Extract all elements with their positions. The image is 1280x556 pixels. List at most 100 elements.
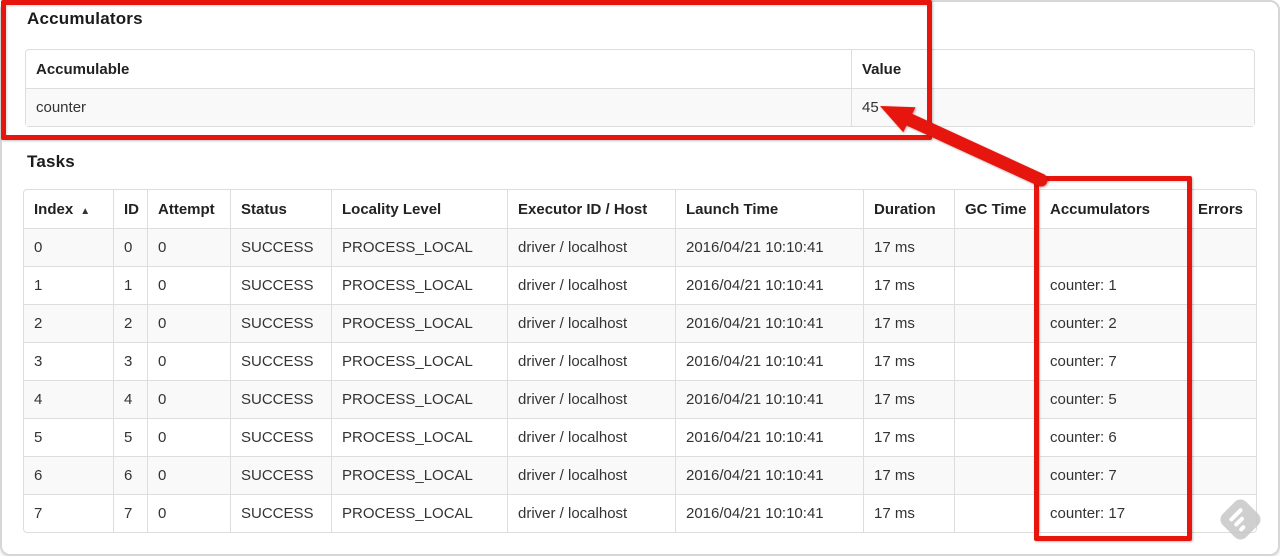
table-cell xyxy=(954,418,1039,456)
table-cell: 3 xyxy=(113,342,147,380)
table-cell xyxy=(954,228,1039,266)
tasks-table-head: Index ▲ ID Attempt Status Locality Level Execu… xyxy=(24,190,1256,228)
table-cell: 17 ms xyxy=(863,380,954,418)
column-label: Value xyxy=(862,60,902,78)
table-row: 1 1 0 SUCCESS PROCESS_LOCAL driver / localhos… xyxy=(24,266,1256,304)
table-row: 4 4 0 SUCCESS PROCESS_LOCAL driver / localhos… xyxy=(24,380,1256,418)
column-header[interactable]: GC Time xyxy=(954,190,1039,228)
column-label: Locality Level xyxy=(342,200,442,218)
feedly-diamond xyxy=(1216,495,1264,543)
table-cell: SUCCESS xyxy=(230,380,331,418)
header-row: Index ▲ ID Attempt Status Locality Level Execu… xyxy=(24,190,1256,228)
table-cell xyxy=(954,456,1039,494)
feedly-watermark-icon xyxy=(1212,491,1268,547)
column-label: ID xyxy=(124,200,139,218)
column-header[interactable]: Status xyxy=(230,190,331,228)
table-cell: 17 ms xyxy=(863,456,954,494)
table-cell: 0 xyxy=(113,228,147,266)
table-row: counter 45 xyxy=(26,88,1254,126)
column-label: Attempt xyxy=(158,200,215,218)
table-cell: 0 xyxy=(147,456,230,494)
table-cell: 0 xyxy=(147,380,230,418)
table-cell: 2016/04/21 10:10:41 xyxy=(675,266,863,304)
table-cell xyxy=(954,304,1039,342)
table-cell: 0 xyxy=(24,228,113,266)
table-row: 6 6 0 SUCCESS PROCESS_LOCAL driver / localhos… xyxy=(24,456,1256,494)
column-label: GC Time xyxy=(965,200,1027,218)
table-cell: 2016/04/21 10:10:41 xyxy=(675,380,863,418)
table-cell: 2016/04/21 10:10:41 xyxy=(675,228,863,266)
table-row: 2 2 0 SUCCESS PROCESS_LOCAL driver / localhos… xyxy=(24,304,1256,342)
table-cell xyxy=(954,380,1039,418)
table-cell: driver / localhost xyxy=(507,380,675,418)
column-label: Accumulators xyxy=(1050,200,1151,218)
tasks-table-body: 0 0 0 SUCCESS PROCESS_LOCAL driver / localhos… xyxy=(24,228,1256,532)
column-header[interactable]: Executor ID / Host xyxy=(507,190,675,228)
table-cell xyxy=(1187,304,1256,342)
table-cell: 1 xyxy=(113,266,147,304)
table-cell: PROCESS_LOCAL xyxy=(331,494,507,532)
table-cell: 7 xyxy=(113,494,147,532)
accumulators-table-head: Accumulable Value xyxy=(26,50,1254,88)
column-header[interactable]: Errors xyxy=(1187,190,1256,228)
table-cell: PROCESS_LOCAL xyxy=(331,342,507,380)
table-cell: 0 xyxy=(147,342,230,380)
table-cell: 4 xyxy=(113,380,147,418)
accumulators-heading: Accumulators xyxy=(27,9,143,28)
column-header[interactable]: ID xyxy=(113,190,147,228)
table-cell: PROCESS_LOCAL xyxy=(331,266,507,304)
column-header[interactable]: Locality Level xyxy=(331,190,507,228)
table-cell: counter: 7 xyxy=(1039,342,1187,380)
table-cell: 45 xyxy=(851,88,1254,126)
tasks-heading: Tasks xyxy=(27,152,75,171)
column-header[interactable]: Accumulators xyxy=(1039,190,1187,228)
table-cell: 2016/04/21 10:10:41 xyxy=(675,456,863,494)
column-header[interactable]: Index ▲ xyxy=(24,190,113,228)
table-cell: SUCCESS xyxy=(230,304,331,342)
table-cell: 0 xyxy=(147,228,230,266)
table-cell: counter: 2 xyxy=(1039,304,1187,342)
column-header[interactable]: Accumulable xyxy=(26,50,851,88)
column-label: Errors xyxy=(1198,200,1244,218)
table-cell: 17 ms xyxy=(863,228,954,266)
table-cell: 17 ms xyxy=(863,494,954,532)
column-label: Accumulable xyxy=(36,60,130,78)
table-cell xyxy=(1187,228,1256,266)
accumulators-table: Accumulable Value counter 45 xyxy=(25,49,1255,127)
table-cell: SUCCESS xyxy=(230,342,331,380)
table-cell: 17 ms xyxy=(863,304,954,342)
table-cell: 2 xyxy=(113,304,147,342)
header-row: Accumulable Value xyxy=(26,50,1254,88)
table-cell: 17 ms xyxy=(863,266,954,304)
table-cell: SUCCESS xyxy=(230,266,331,304)
table-row: 0 0 0 SUCCESS PROCESS_LOCAL driver / localhos… xyxy=(24,228,1256,266)
column-header[interactable]: Attempt xyxy=(147,190,230,228)
table-cell: SUCCESS xyxy=(230,494,331,532)
column-header[interactable]: Launch Time xyxy=(675,190,863,228)
table-cell: 17 ms xyxy=(863,418,954,456)
table-cell: driver / localhost xyxy=(507,304,675,342)
table-cell: SUCCESS xyxy=(230,228,331,266)
table-cell: 2 xyxy=(24,304,113,342)
table-cell: counter xyxy=(26,88,851,126)
column-header[interactable]: Duration xyxy=(863,190,954,228)
table-cell: driver / localhost xyxy=(507,418,675,456)
table-cell: 5 xyxy=(113,418,147,456)
table-cell: PROCESS_LOCAL xyxy=(331,380,507,418)
table-cell: driver / localhost xyxy=(507,266,675,304)
table-cell: driver / localhost xyxy=(507,228,675,266)
table-cell: driver / localhost xyxy=(507,456,675,494)
table-cell: 1 xyxy=(24,266,113,304)
table-cell: counter: 6 xyxy=(1039,418,1187,456)
table-cell xyxy=(954,494,1039,532)
table-cell xyxy=(1187,342,1256,380)
column-header[interactable]: Value xyxy=(851,50,1254,88)
table-cell: 2016/04/21 10:10:41 xyxy=(675,494,863,532)
table-cell xyxy=(1187,456,1256,494)
table-cell xyxy=(954,342,1039,380)
table-cell xyxy=(1039,228,1187,266)
table-cell: counter: 5 xyxy=(1039,380,1187,418)
table-cell: counter: 1 xyxy=(1039,266,1187,304)
table-cell: 0 xyxy=(147,418,230,456)
sort-asc-icon: ▲ xyxy=(80,205,91,217)
